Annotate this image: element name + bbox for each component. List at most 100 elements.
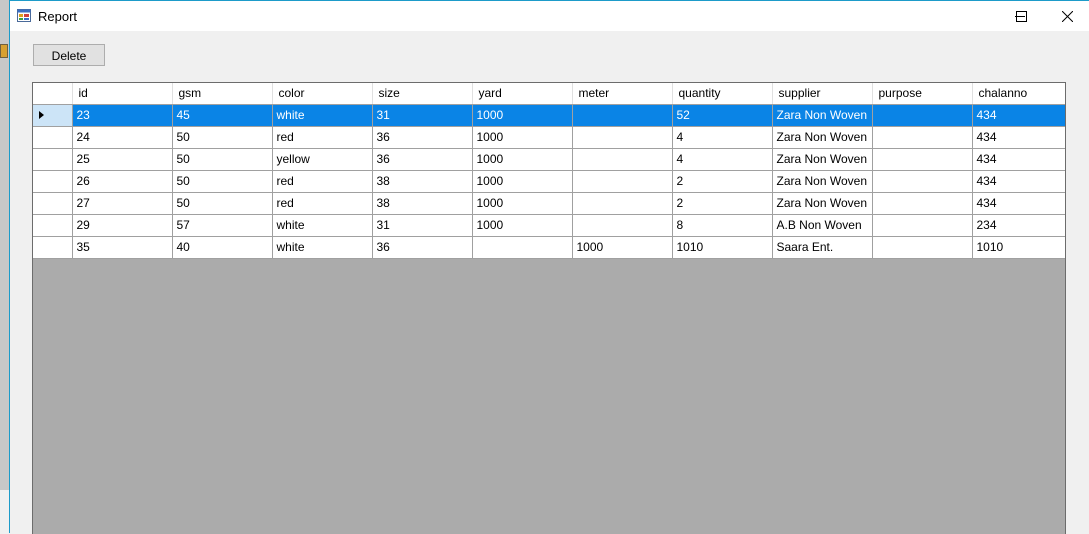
- cell-chalanno[interactable]: 434: [972, 192, 1065, 215]
- cell-size[interactable]: 31: [372, 104, 473, 127]
- table-row[interactable]: 29 57 white 31 1000 8 A.B Non Woven 234: [33, 214, 1065, 237]
- cell-chalanno[interactable]: 434: [972, 170, 1065, 193]
- cell-gsm[interactable]: 50: [172, 126, 273, 149]
- cell-meter[interactable]: [572, 170, 673, 193]
- row-header-cell[interactable]: [33, 192, 73, 215]
- cell-yard[interactable]: 1000: [472, 126, 573, 149]
- title-bar[interactable]: Report: [10, 1, 1089, 31]
- maximize-button[interactable]: [998, 1, 1044, 31]
- column-header-chalanno[interactable]: chalanno: [972, 83, 1065, 105]
- delete-button[interactable]: Delete: [33, 44, 105, 66]
- cell-chalanno[interactable]: 434: [972, 126, 1065, 149]
- cell-yard[interactable]: 1000: [472, 192, 573, 215]
- cell-chalanno[interactable]: 1010: [972, 236, 1065, 259]
- cell-gsm[interactable]: 50: [172, 192, 273, 215]
- row-header-cell[interactable]: [33, 236, 73, 259]
- cell-supplier[interactable]: Zara Non Woven: [772, 126, 873, 149]
- cell-quantity[interactable]: 8: [672, 214, 773, 237]
- cell-quantity[interactable]: 2: [672, 192, 773, 215]
- cell-gsm[interactable]: 45: [172, 104, 273, 127]
- cell-yard[interactable]: 1000: [472, 214, 573, 237]
- corner-header-cell[interactable]: [33, 83, 73, 105]
- table-row[interactable]: 27 50 red 38 1000 2 Zara Non Woven 434: [33, 192, 1065, 215]
- row-header-cell[interactable]: [33, 126, 73, 149]
- close-button[interactable]: [1044, 1, 1089, 31]
- cell-color[interactable]: white: [272, 236, 373, 259]
- cell-yard[interactable]: 1000: [472, 170, 573, 193]
- cell-supplier[interactable]: Zara Non Woven: [772, 104, 873, 127]
- cell-id[interactable]: 23: [72, 104, 173, 127]
- cell-chalanno[interactable]: 434: [972, 148, 1065, 171]
- cell-quantity[interactable]: 1010: [672, 236, 773, 259]
- cell-quantity[interactable]: 4: [672, 148, 773, 171]
- table-row[interactable]: 35 40 white 36 1000 1010 Saara Ent. 1010: [33, 236, 1065, 259]
- row-header-cell[interactable]: [33, 104, 73, 127]
- cell-meter[interactable]: 1000: [572, 236, 673, 259]
- cell-supplier[interactable]: Saara Ent.: [772, 236, 873, 259]
- row-header-cell[interactable]: [33, 170, 73, 193]
- cell-purpose[interactable]: [872, 148, 973, 171]
- table-row[interactable]: 24 50 red 36 1000 4 Zara Non Woven 434: [33, 126, 1065, 149]
- report-data-grid[interactable]: id gsm color size yard meter quantity su…: [32, 82, 1066, 534]
- cell-supplier[interactable]: Zara Non Woven: [772, 148, 873, 171]
- cell-purpose[interactable]: [872, 192, 973, 215]
- table-row[interactable]: 23 45 white 31 1000 52 Zara Non Woven 434: [33, 104, 1065, 127]
- cell-yard[interactable]: 1000: [472, 104, 573, 127]
- column-header-supplier[interactable]: supplier: [772, 83, 873, 105]
- cell-supplier[interactable]: Zara Non Woven: [772, 170, 873, 193]
- cell-size[interactable]: 36: [372, 236, 473, 259]
- cell-id[interactable]: 25: [72, 148, 173, 171]
- cell-id[interactable]: 26: [72, 170, 173, 193]
- cell-yard[interactable]: [472, 236, 573, 259]
- cell-gsm[interactable]: 57: [172, 214, 273, 237]
- cell-id[interactable]: 35: [72, 236, 173, 259]
- cell-purpose[interactable]: [872, 126, 973, 149]
- cell-color[interactable]: red: [272, 192, 373, 215]
- row-header-cell[interactable]: [33, 148, 73, 171]
- cell-size[interactable]: 36: [372, 148, 473, 171]
- cell-meter[interactable]: [572, 214, 673, 237]
- cell-id[interactable]: 24: [72, 126, 173, 149]
- cell-id[interactable]: 27: [72, 192, 173, 215]
- cell-purpose[interactable]: [872, 214, 973, 237]
- cell-meter[interactable]: [572, 104, 673, 127]
- cell-quantity[interactable]: 2: [672, 170, 773, 193]
- cell-size[interactable]: 38: [372, 192, 473, 215]
- column-header-yard[interactable]: yard: [472, 83, 573, 105]
- cell-gsm[interactable]: 50: [172, 148, 273, 171]
- column-header-color[interactable]: color: [272, 83, 373, 105]
- cell-meter[interactable]: [572, 148, 673, 171]
- cell-chalanno[interactable]: 434: [972, 104, 1065, 127]
- cell-meter[interactable]: [572, 126, 673, 149]
- cell-size[interactable]: 36: [372, 126, 473, 149]
- cell-color[interactable]: red: [272, 170, 373, 193]
- cell-purpose[interactable]: [872, 170, 973, 193]
- row-header-cell[interactable]: [33, 214, 73, 237]
- cell-color[interactable]: yellow: [272, 148, 373, 171]
- cell-gsm[interactable]: 40: [172, 236, 273, 259]
- cell-size[interactable]: 38: [372, 170, 473, 193]
- cell-gsm[interactable]: 50: [172, 170, 273, 193]
- column-header-id[interactable]: id: [72, 83, 173, 105]
- cell-color[interactable]: red: [272, 126, 373, 149]
- cell-supplier[interactable]: Zara Non Woven: [772, 192, 873, 215]
- column-header-quantity[interactable]: quantity: [672, 83, 773, 105]
- cell-size[interactable]: 31: [372, 214, 473, 237]
- cell-yard[interactable]: 1000: [472, 148, 573, 171]
- column-header-meter[interactable]: meter: [572, 83, 673, 105]
- cell-color[interactable]: white: [272, 214, 373, 237]
- cell-quantity[interactable]: 4: [672, 126, 773, 149]
- cell-quantity[interactable]: 52: [672, 104, 773, 127]
- cell-purpose[interactable]: [872, 236, 973, 259]
- table-row[interactable]: 25 50 yellow 36 1000 4 Zara Non Woven 434: [33, 148, 1065, 171]
- cell-meter[interactable]: [572, 192, 673, 215]
- table-row[interactable]: 26 50 red 38 1000 2 Zara Non Woven 434: [33, 170, 1065, 193]
- cell-color[interactable]: white: [272, 104, 373, 127]
- cell-chalanno[interactable]: 234: [972, 214, 1065, 237]
- cell-purpose[interactable]: [872, 104, 973, 127]
- column-header-size[interactable]: size: [372, 83, 473, 105]
- cell-id[interactable]: 29: [72, 214, 173, 237]
- cell-supplier[interactable]: A.B Non Woven: [772, 214, 873, 237]
- column-header-purpose[interactable]: purpose: [872, 83, 973, 105]
- column-header-gsm[interactable]: gsm: [172, 83, 273, 105]
